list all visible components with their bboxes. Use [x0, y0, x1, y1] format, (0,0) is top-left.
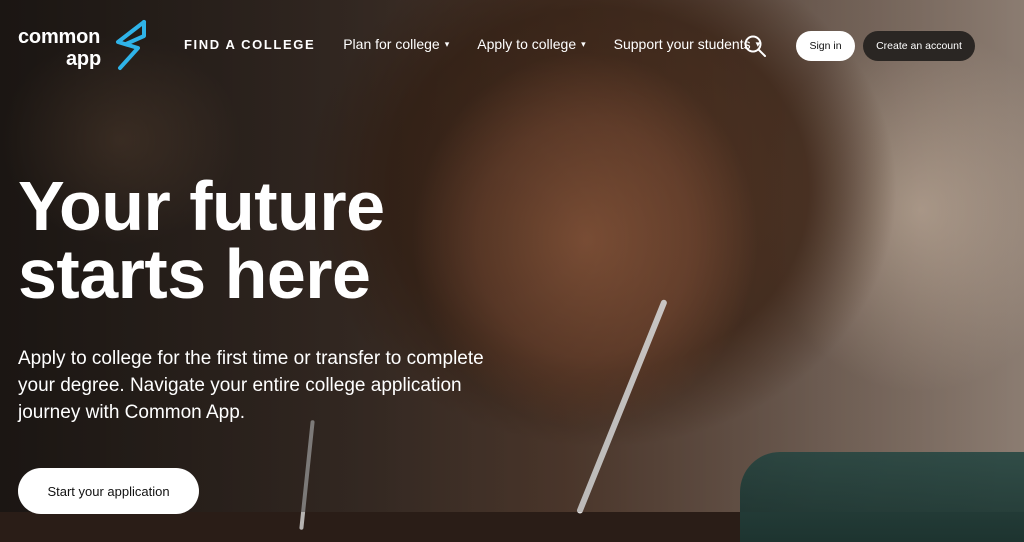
common-app-logo-mark-icon — [116, 20, 146, 70]
hero-title-line1: Your future — [18, 167, 385, 245]
logo-wordmark: common app — [18, 26, 101, 70]
nav-find-a-college-label: FIND A COLLEGE — [184, 36, 316, 52]
hero-subtitle: Apply to college for the first time or t… — [18, 348, 484, 423]
logo-line1: common — [18, 26, 101, 48]
logo-line2: app — [66, 48, 101, 70]
sign-in-button[interactable]: Sign in — [796, 31, 855, 61]
common-app-logo[interactable]: common app — [18, 18, 153, 74]
site-header: common app FIND A COLLEGE Plan for colle… — [0, 0, 1024, 92]
nav-apply-label: Apply to college — [477, 36, 577, 52]
nav-support-your-students[interactable]: Support your students ▾ — [614, 36, 761, 52]
nav-plan-for-college[interactable]: Plan for college ▾ — [343, 36, 449, 52]
nav-apply-to-college[interactable]: Apply to college ▾ — [477, 36, 585, 52]
main-nav: FIND A COLLEGE Plan for college ▾ Apply … — [184, 36, 788, 52]
hero-title-line2: starts here — [18, 235, 371, 313]
nav-support-label: Support your students — [613, 36, 751, 52]
start-application-button[interactable]: Start your application — [18, 468, 199, 514]
nav-find-a-college[interactable]: FIND A COLLEGE — [184, 37, 315, 52]
nav-plan-label: Plan for college — [343, 36, 440, 52]
hero-title: Your future starts here — [18, 171, 518, 309]
caret-down-icon: ▾ — [444, 38, 450, 49]
search-icon[interactable] — [742, 33, 768, 59]
caret-down-icon: ▾ — [581, 38, 586, 49]
create-account-button[interactable]: Create an account — [863, 31, 975, 61]
